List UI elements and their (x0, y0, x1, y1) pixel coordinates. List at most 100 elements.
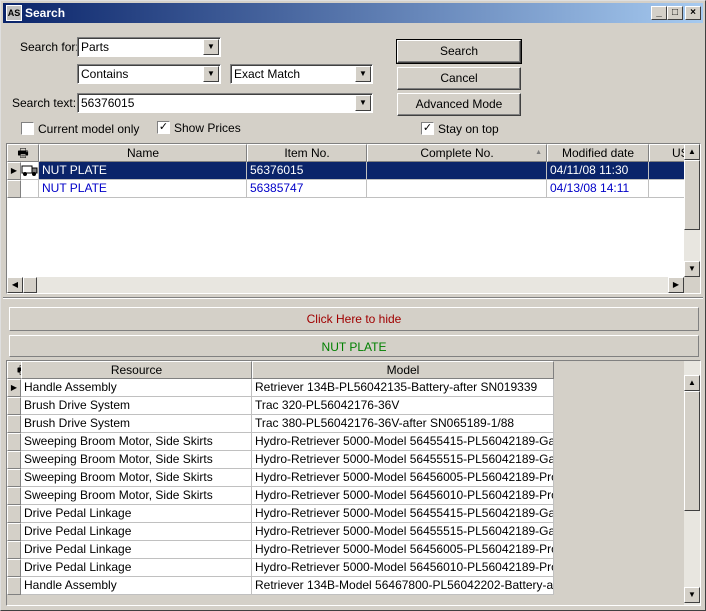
row-selector[interactable] (7, 523, 21, 541)
scroll-down-icon[interactable]: ▼ (684, 587, 700, 603)
detail-resource[interactable]: Drive Pedal Linkage (21, 541, 252, 559)
result-icon-cell (21, 180, 39, 198)
search-for-value: Parts (81, 40, 110, 54)
row-selector[interactable] (7, 433, 21, 451)
chevron-down-icon[interactable]: ▼ (355, 95, 371, 111)
chevron-down-icon[interactable]: ▼ (203, 39, 219, 55)
detail-model[interactable]: Hydro-Retriever 5000-Model 56456005-PL56… (252, 541, 554, 559)
row-selector[interactable] (7, 451, 21, 469)
column-header-modified-date[interactable]: Modified date (547, 144, 649, 162)
row-selector[interactable] (7, 415, 21, 433)
detail-grid[interactable]: 🖶 Resource Model ▶Handle AssemblyRetriev… (6, 360, 701, 606)
chevron-down-icon[interactable]: ▼ (355, 66, 371, 82)
cancel-button[interactable]: Cancel (397, 67, 521, 90)
result-modified[interactable]: 04/13/08 14:11 (547, 180, 649, 198)
row-pointer-icon[interactable]: ▶ (7, 379, 21, 397)
detail-resource[interactable]: Drive Pedal Linkage (21, 505, 252, 523)
row-selector[interactable] (7, 180, 21, 198)
detail-resource[interactable]: Brush Drive System (21, 397, 252, 415)
match-mode-value: Contains (81, 67, 129, 81)
maximize-button[interactable]: □ (667, 6, 683, 20)
detail-resource[interactable]: Handle Assembly (21, 577, 252, 595)
current-model-only-label: Current model only (38, 122, 140, 136)
advanced-mode-button[interactable]: Advanced Mode (397, 93, 521, 116)
column-header-us[interactable]: US (649, 144, 689, 162)
row-selector[interactable] (7, 541, 21, 559)
results-vertical-scrollbar[interactable]: ▲ ▼ (684, 144, 700, 277)
search-text-input[interactable]: 56376015 ▼ (77, 93, 373, 113)
detail-resource[interactable]: Handle Assembly (21, 379, 252, 397)
detail-resource[interactable]: Sweeping Broom Motor, Side Skirts (21, 451, 252, 469)
detail-model[interactable]: Hydro-Retriever 5000-Model 56456010-PL56… (252, 559, 554, 577)
row-selector[interactable] (7, 397, 21, 415)
title-bar[interactable]: AS Search _ □ × (3, 3, 703, 23)
scroll-up-icon[interactable]: ▲ (684, 144, 700, 160)
chevron-down-icon[interactable]: ▼ (203, 66, 219, 82)
detail-resource[interactable]: Drive Pedal Linkage (21, 559, 252, 577)
results-grid[interactable]: 🖶 Name Item No. Complete No. ▲ Modified … (6, 143, 701, 294)
scroll-corner (684, 277, 700, 293)
result-us[interactable] (649, 162, 685, 180)
detail-resource[interactable]: Brush Drive System (21, 415, 252, 433)
column-header-name[interactable]: Name (39, 144, 247, 162)
minimize-button[interactable]: _ (651, 6, 667, 20)
match-type-select[interactable]: Exact Match ▼ (230, 64, 373, 84)
detail-model[interactable]: Hydro-Retriever 5000-Model 56455415-PL56… (252, 433, 554, 451)
result-modified[interactable]: 04/11/08 11:30 (547, 162, 649, 180)
detail-resource[interactable]: Sweeping Broom Motor, Side Skirts (21, 433, 252, 451)
result-name[interactable]: NUT PLATE (39, 180, 247, 198)
result-item-no[interactable]: 56376015 (247, 162, 367, 180)
result-item-no[interactable]: 56385747 (247, 180, 367, 198)
scroll-thumb[interactable] (684, 160, 700, 230)
detail-model[interactable]: Hydro-Retriever 5000-Model 56455515-PL56… (252, 523, 554, 541)
scroll-up-icon[interactable]: ▲ (684, 375, 700, 391)
show-prices-checkbox[interactable]: ✓ (157, 121, 170, 134)
scroll-down-icon[interactable]: ▼ (684, 261, 700, 277)
detail-resource[interactable]: Sweeping Broom Motor, Side Skirts (21, 469, 252, 487)
detail-model[interactable]: Hydro-Retriever 5000-Model 56455415-PL56… (252, 505, 554, 523)
current-model-only-checkbox[interactable] (21, 122, 34, 135)
results-horizontal-scrollbar[interactable]: ◀ ▶ (7, 277, 684, 293)
detail-model[interactable]: Hydro-Retriever 5000-Model 56455515-PL56… (252, 451, 554, 469)
result-complete-no[interactable] (367, 180, 547, 198)
column-header-model[interactable]: Model (252, 361, 554, 379)
close-button[interactable]: × (685, 6, 701, 20)
row-selector[interactable] (7, 469, 21, 487)
detail-title: NUT PLATE (9, 335, 699, 357)
row-selector[interactable] (7, 559, 21, 577)
column-header-label: Complete No. (420, 146, 494, 160)
detail-model[interactable]: Trac 380-PL56042176-36V-after SN065189-1… (252, 415, 554, 433)
search-button[interactable]: Search (396, 39, 522, 64)
stay-on-top-checkbox[interactable]: ✓ (421, 122, 434, 135)
scroll-left-icon[interactable]: ◀ (7, 277, 23, 293)
detail-resource[interactable]: Drive Pedal Linkage (21, 523, 252, 541)
column-header-item-no[interactable]: Item No. (247, 144, 367, 162)
scroll-thumb[interactable] (684, 391, 700, 511)
splitter[interactable] (3, 297, 703, 299)
result-complete-no[interactable] (367, 162, 547, 180)
result-us[interactable] (649, 180, 685, 198)
hide-panel-button[interactable]: Click Here to hide (9, 307, 699, 331)
detail-model[interactable]: Retriever 134B-Model 56467800-PL56042202… (252, 577, 554, 595)
row-selector[interactable] (7, 505, 21, 523)
row-selector[interactable] (7, 487, 21, 505)
detail-model[interactable]: Hydro-Retriever 5000-Model 56456010-PL56… (252, 487, 554, 505)
row-selector[interactable] (7, 577, 21, 595)
detail-model[interactable]: Retriever 134B-PL56042135-Battery-after … (252, 379, 554, 397)
match-mode-select[interactable]: Contains ▼ (77, 64, 221, 84)
scroll-right-icon[interactable]: ▶ (668, 277, 684, 293)
scroll-thumb[interactable] (23, 277, 37, 293)
truck-icon (21, 162, 39, 180)
show-prices-label: Show Prices (174, 121, 241, 135)
column-header-complete-no[interactable]: Complete No. ▲ (367, 144, 547, 162)
detail-model[interactable]: Trac 320-PL56042176-36V (252, 397, 554, 415)
result-name[interactable]: NUT PLATE (39, 162, 247, 180)
column-header-resource[interactable]: Resource (21, 361, 252, 379)
print-icon[interactable]: 🖶 (7, 144, 39, 162)
app-icon: AS (6, 5, 22, 21)
search-for-select[interactable]: Parts ▼ (77, 37, 221, 57)
detail-vertical-scrollbar[interactable]: ▲ ▼ (684, 361, 700, 605)
row-pointer-icon[interactable]: ▶ (7, 162, 21, 180)
detail-model[interactable]: Hydro-Retriever 5000-Model 56456005-PL56… (252, 469, 554, 487)
detail-resource[interactable]: Sweeping Broom Motor, Side Skirts (21, 487, 252, 505)
